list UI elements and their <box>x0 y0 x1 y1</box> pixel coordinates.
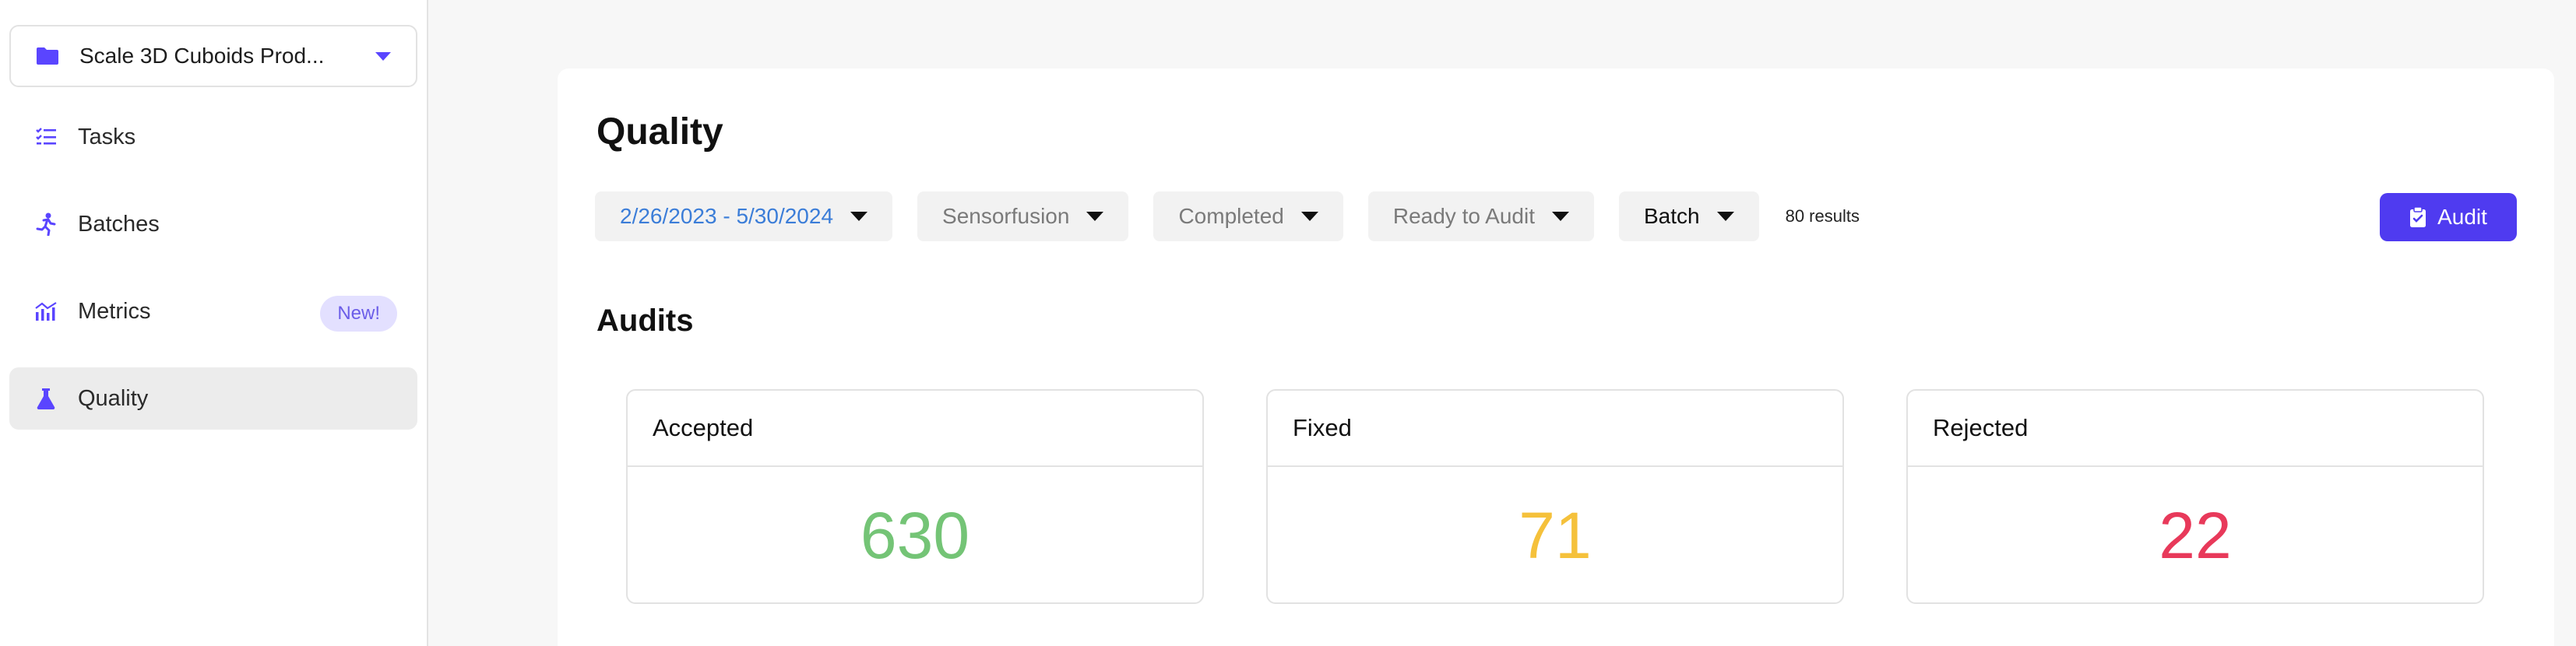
chevron-down-icon <box>375 51 391 61</box>
stat-card-fixed: Fixed 71 <box>1266 389 1844 604</box>
sidebar: Scale 3D Cuboids Prod... Tasks Batches M… <box>0 0 428 646</box>
tasks-list-icon <box>34 125 58 149</box>
caret-down-icon <box>1551 212 1569 221</box>
project-selector[interactable]: Scale 3D Cuboids Prod... <box>9 25 417 87</box>
flask-icon <box>34 387 58 410</box>
audit-stats: Accepted 630 Fixed 71 Rejected 22 <box>626 389 2484 604</box>
stat-label: Fixed <box>1268 391 1842 467</box>
quality-card: Quality 2/26/2023 - 5/30/2024 Sensorfusi… <box>558 68 2554 646</box>
app: Scale 3D Cuboids Prod... Tasks Batches M… <box>0 0 2576 646</box>
stat-card-accepted: Accepted 630 <box>626 389 1204 604</box>
stat-value: 630 <box>860 498 970 572</box>
filter-label: Sensorfusion <box>942 204 1070 228</box>
sidebar-item-metrics[interactable]: Metrics New! <box>9 280 417 342</box>
date-range-filter[interactable]: 2/26/2023 - 5/30/2024 <box>595 191 893 241</box>
main-area: Quality 2/26/2023 - 5/30/2024 Sensorfusi… <box>428 0 2576 646</box>
stat-label: Rejected <box>1908 391 2483 467</box>
audit-button[interactable]: Audit <box>2380 193 2517 241</box>
sidebar-item-label: Batches <box>78 211 160 237</box>
caret-down-icon <box>850 212 868 221</box>
stat-label: Accepted <box>628 391 1202 467</box>
caret-down-icon <box>1086 212 1104 221</box>
caret-down-icon <box>1716 212 1734 221</box>
sidebar-item-batches[interactable]: Batches <box>9 193 417 255</box>
new-badge: New! <box>320 296 397 332</box>
results-count: 80 results <box>1785 206 1860 226</box>
clipboard-check-icon <box>2410 206 2426 227</box>
source-filter[interactable]: Sensorfusion <box>917 191 1129 241</box>
chart-icon <box>34 300 58 323</box>
audit-state-filter[interactable]: Ready to Audit <box>1367 191 1594 241</box>
stat-value: 71 <box>1519 498 1592 572</box>
caret-down-icon <box>1300 212 1318 221</box>
section-title: Audits <box>596 304 694 338</box>
filter-bar: 2/26/2023 - 5/30/2024 Sensorfusion Compl… <box>595 191 1860 241</box>
filter-label: Ready to Audit <box>1392 204 1535 228</box>
filter-label: 2/26/2023 - 5/30/2024 <box>620 204 834 228</box>
stat-card-rejected: Rejected 22 <box>1906 389 2484 604</box>
page-title: Quality <box>596 111 723 153</box>
folder-icon <box>37 47 58 65</box>
audit-button-label: Audit <box>2437 205 2487 229</box>
project-name: Scale 3D Cuboids Prod... <box>79 44 325 68</box>
batch-filter[interactable]: Batch <box>1618 191 1759 241</box>
filter-label: Completed <box>1178 204 1284 228</box>
status-filter[interactable]: Completed <box>1153 191 1343 241</box>
sidebar-item-quality[interactable]: Quality <box>9 367 417 430</box>
sidebar-item-label: Tasks <box>78 124 136 149</box>
stat-value: 22 <box>2159 498 2232 572</box>
filter-label: Batch <box>1643 204 1700 228</box>
sidebar-item-label: Metrics <box>78 298 151 324</box>
sidebar-nav: Tasks Batches Metrics New! Quality <box>9 106 417 430</box>
running-person-icon <box>34 212 58 236</box>
sidebar-item-label: Quality <box>78 385 149 411</box>
sidebar-item-tasks[interactable]: Tasks <box>9 106 417 168</box>
